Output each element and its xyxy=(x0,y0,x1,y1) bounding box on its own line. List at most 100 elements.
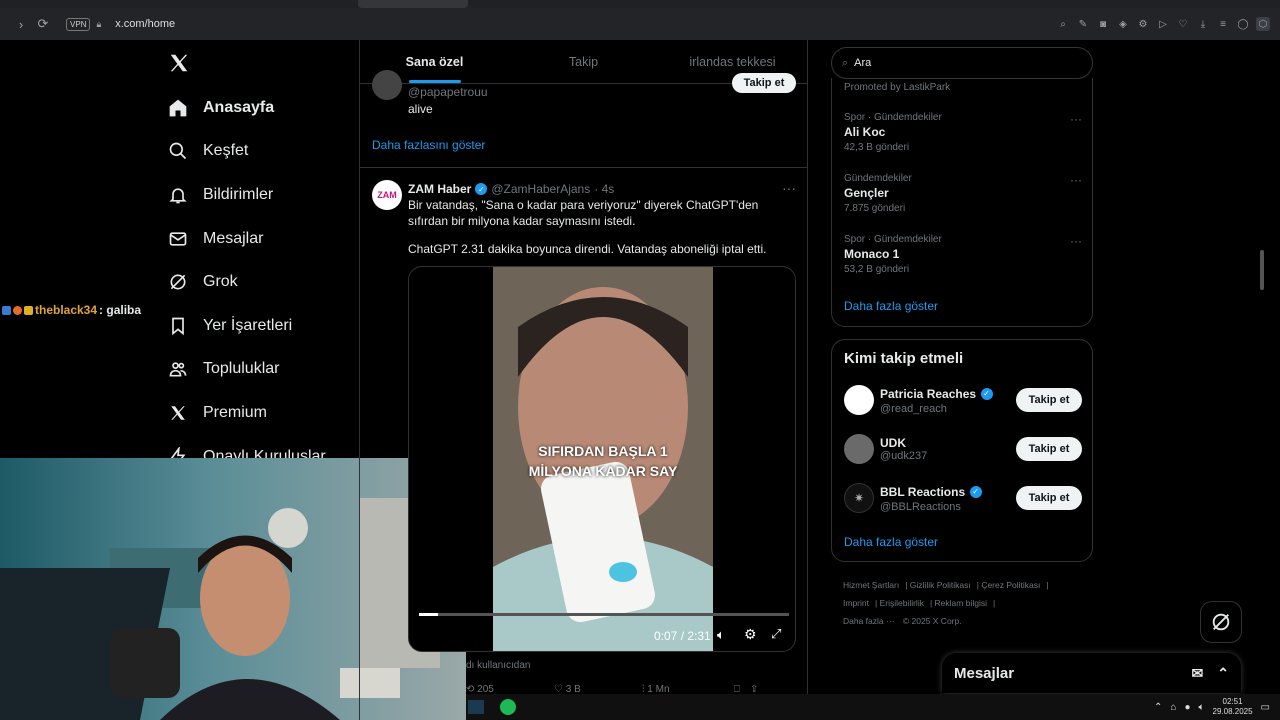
more-options-icon[interactable]: ··· xyxy=(1070,234,1082,248)
suggested-user[interactable]: Patricia Reaches ✓ @read_reach Takip et xyxy=(844,382,1082,418)
bell-icon xyxy=(165,182,191,208)
edit-icon[interactable]: ✎ xyxy=(1076,17,1090,31)
tab-following[interactable]: Takip xyxy=(509,40,658,83)
search-icon xyxy=(165,138,191,164)
menu-icon[interactable]: ≡ xyxy=(1216,17,1230,31)
heart-icon[interactable]: ♡ xyxy=(1176,17,1190,31)
forward-icon[interactable]: › xyxy=(10,17,32,32)
show-more-trends-link[interactable]: Daha fazla göster xyxy=(844,299,938,313)
avatar[interactable] xyxy=(844,434,874,464)
trend-category: Gündemdekiler xyxy=(844,173,912,184)
camera-icon[interactable]: ◙ xyxy=(1096,17,1110,31)
avatar[interactable] xyxy=(844,385,874,415)
author-name[interactable]: ZAM Haber xyxy=(408,182,471,196)
nav-item-communities[interactable]: Topluluklar xyxy=(165,348,355,392)
spotify-icon[interactable] xyxy=(500,699,516,715)
nav-item-home[interactable]: Anasayfa xyxy=(165,86,355,130)
home-icon xyxy=(165,95,191,121)
source-attribution: dı kullanıcıdan xyxy=(466,660,531,671)
footer-link[interactable]: Daha fazla ··· xyxy=(843,616,895,626)
extension-icon[interactable]: ⬡ xyxy=(1256,17,1270,31)
trend-item[interactable]: Gündemdekiler Gençler 7.875 gönderi ··· xyxy=(844,173,1084,214)
volume-icon[interactable]: 🔈︎ xyxy=(1199,702,1205,713)
volume-icon[interactable]: 🔈︎ xyxy=(717,627,725,643)
nav-label: Mesajlar xyxy=(203,229,264,247)
video-time: 0:07 / 2:31 xyxy=(654,629,711,643)
settings-icon[interactable]: ⚙ xyxy=(1136,17,1150,31)
expand-icon[interactable]: ⌃ xyxy=(1217,665,1229,682)
grok-button[interactable] xyxy=(1200,601,1242,643)
footer-link[interactable]: Çerez Politikası xyxy=(981,580,1040,590)
avatar[interactable] xyxy=(372,70,402,100)
nav-item-notifications[interactable]: Bildirimler xyxy=(165,173,355,217)
more-options-icon[interactable]: ··· xyxy=(782,180,796,196)
mic-icon[interactable]: ● xyxy=(1184,702,1190,713)
toolbar-icons: ⌕ ✎ ◙ ◈ ⚙ ▷ ♡ ⤓ ≡ ◯ ⬡ xyxy=(1056,17,1270,31)
footer-link[interactable]: Erişilebilirlik xyxy=(880,598,924,608)
active-browser-tab[interactable] xyxy=(358,0,468,8)
browser-tab-strip xyxy=(0,0,1280,8)
trend-category: Spor · Gündemdekiler xyxy=(844,112,942,123)
show-more-link[interactable]: Daha fazlasını göster xyxy=(372,138,485,152)
promoted-label: Promoted by LastikPark xyxy=(844,82,951,93)
x-logo-icon xyxy=(165,400,191,426)
new-message-icon[interactable]: ✉ xyxy=(1192,665,1204,682)
system-tray: ⌃ ⌂ ● 🔈︎ 02:51 29.08.2025 ▭ xyxy=(1154,697,1280,717)
network-icon[interactable]: ⌂ xyxy=(1170,702,1176,713)
avatar[interactable]: ✷ xyxy=(844,483,874,513)
follow-button[interactable]: Takip et xyxy=(1016,486,1082,510)
download-icon[interactable]: ⤓ xyxy=(1196,17,1210,31)
author-handle[interactable]: @ZamHaberAjans xyxy=(491,182,590,196)
clock[interactable]: 02:51 29.08.2025 xyxy=(1213,697,1253,717)
stream-chat-message: theblack34 : galiba xyxy=(2,303,141,317)
more-options-icon[interactable]: ··· xyxy=(1070,173,1082,187)
reload-icon[interactable]: ⟳ xyxy=(32,16,54,32)
page-scrollbar[interactable] xyxy=(1258,45,1266,685)
footer-link[interactable]: Gizlilik Politikası xyxy=(910,580,971,590)
footer-link[interactable]: Hizmet Şartları xyxy=(843,580,899,590)
tweet-handle[interactable]: @papapetrouu xyxy=(408,85,488,99)
nav-item-premium[interactable]: Premium xyxy=(165,391,355,435)
tweet-time[interactable]: · 4s xyxy=(594,182,614,196)
x-logo-icon[interactable] xyxy=(168,52,192,76)
messages-drawer[interactable]: Mesajlar ✉ ⌃ xyxy=(942,653,1241,693)
panel-title: Kimi takip etmeli xyxy=(844,350,964,367)
footer-link[interactable]: Reklam bilgisi xyxy=(935,598,987,608)
fullscreen-icon[interactable]: ⤢ xyxy=(771,626,781,642)
settings-icon[interactable]: ⚙ xyxy=(744,626,757,643)
address-bar[interactable]: x.com/home xyxy=(115,18,175,30)
nav-item-bookmarks[interactable]: Yer İşaretleri xyxy=(165,304,355,348)
search-icon[interactable]: ⌕ xyxy=(1056,17,1070,31)
more-options-icon[interactable]: ··· xyxy=(1070,112,1082,126)
video-progress-fill xyxy=(419,613,438,616)
trend-item[interactable]: Spor · Gündemdekiler Ali Koc 42,3 B gönd… xyxy=(844,112,1084,153)
user-name: UDK xyxy=(880,436,906,450)
play-icon[interactable]: ▷ xyxy=(1156,17,1170,31)
footer-link[interactable]: Imprint xyxy=(843,598,869,608)
search-input[interactable]: ⌕ Ara xyxy=(831,47,1093,79)
show-more-who-link[interactable]: Daha fazla göster xyxy=(844,535,938,549)
chevron-up-icon[interactable]: ⌃ xyxy=(1154,702,1162,713)
follow-button[interactable]: Takip et xyxy=(1016,388,1082,412)
suggested-user[interactable]: ✷ BBL Reactions ✓ @BBLReactions Takip et xyxy=(844,480,1082,516)
trend-item[interactable]: Spor · Gündemdekiler Monaco 1 53,2 B gön… xyxy=(844,234,1084,275)
nav-item-explore[interactable]: Keşfet xyxy=(165,130,355,174)
shield-icon[interactable]: ◈ xyxy=(1116,17,1130,31)
user-name: Patricia Reaches xyxy=(880,387,977,401)
trend-count: 7.875 gönderi xyxy=(844,203,906,214)
app-icon[interactable] xyxy=(468,700,484,714)
vpn-badge[interactable]: VPN xyxy=(66,17,91,31)
profile-icon[interactable]: ◯ xyxy=(1236,17,1250,31)
follow-button[interactable]: Takip et xyxy=(1016,437,1082,461)
trend-name: Gençler xyxy=(844,186,889,200)
notifications-icon[interactable]: ▭ xyxy=(1261,702,1270,713)
video-player[interactable]: SIFIRDAN BAŞLA 1 MİLYONA KADAR SAY 0:07 … xyxy=(408,266,796,652)
scrollbar-thumb[interactable] xyxy=(1260,250,1264,290)
bookmark-icon xyxy=(165,313,191,339)
follow-button[interactable]: Takip et xyxy=(732,73,796,93)
video-progress-track[interactable] xyxy=(419,613,789,616)
avatar[interactable]: ZAM xyxy=(372,180,402,210)
suggested-user[interactable]: UDK @udk237 Takip et xyxy=(844,431,1082,467)
nav-item-messages[interactable]: Mesajlar xyxy=(165,217,355,261)
nav-item-grok[interactable]: Grok xyxy=(165,260,355,304)
